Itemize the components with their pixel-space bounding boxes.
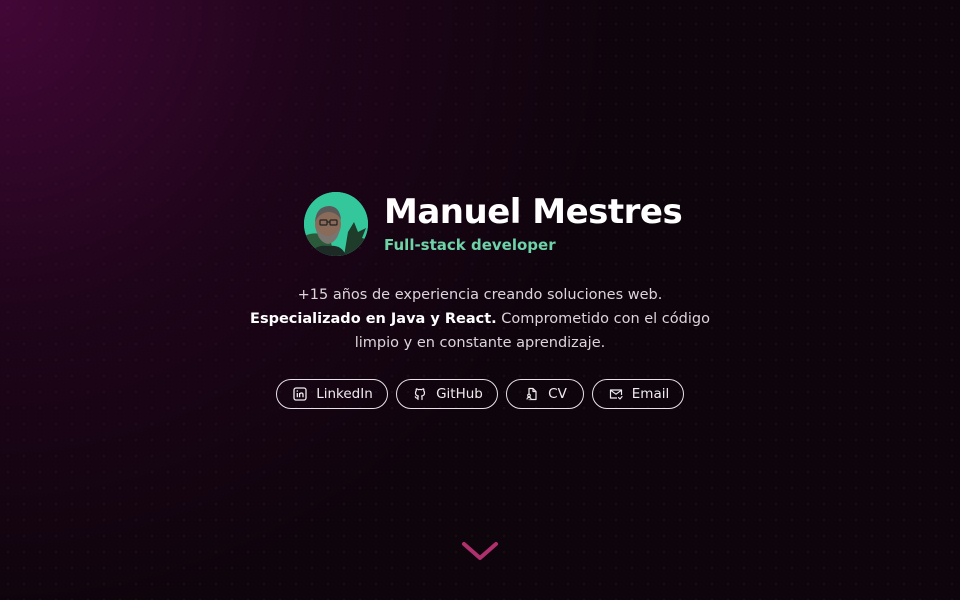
social-links: LinkedIn GitHub CV Email [276,379,684,409]
cv-button[interactable]: CV [506,379,584,409]
bio-line-1: +15 años de experiencia creando solucion… [297,287,663,303]
github-icon [413,387,427,401]
github-label: GitHub [436,386,483,402]
avatar [304,192,368,256]
document-icon [525,387,539,401]
mail-icon [609,387,623,401]
linkedin-label: LinkedIn [316,386,373,402]
profile-role: Full-stack developer [384,236,556,254]
avatar-photo [304,192,368,256]
linkedin-icon [293,387,307,401]
github-button[interactable]: GitHub [396,379,498,409]
name-block: Manuel Mestres Full-stack developer [384,192,683,255]
bio-highlight: Especializado en Java y React. [250,311,497,327]
cv-label: CV [548,386,567,402]
profile-name: Manuel Mestres [384,192,683,232]
profile-header: Manuel Mestres Full-stack developer [304,192,683,256]
hero-section: Manuel Mestres Full-stack developer +15 … [0,0,960,600]
linkedin-button[interactable]: LinkedIn [276,379,388,409]
scroll-down-button[interactable] [460,539,500,565]
chevron-down-icon [462,542,498,560]
bio-paragraph: +15 años de experiencia creando solucion… [250,283,710,355]
email-button[interactable]: Email [592,379,684,409]
email-label: Email [631,386,670,402]
